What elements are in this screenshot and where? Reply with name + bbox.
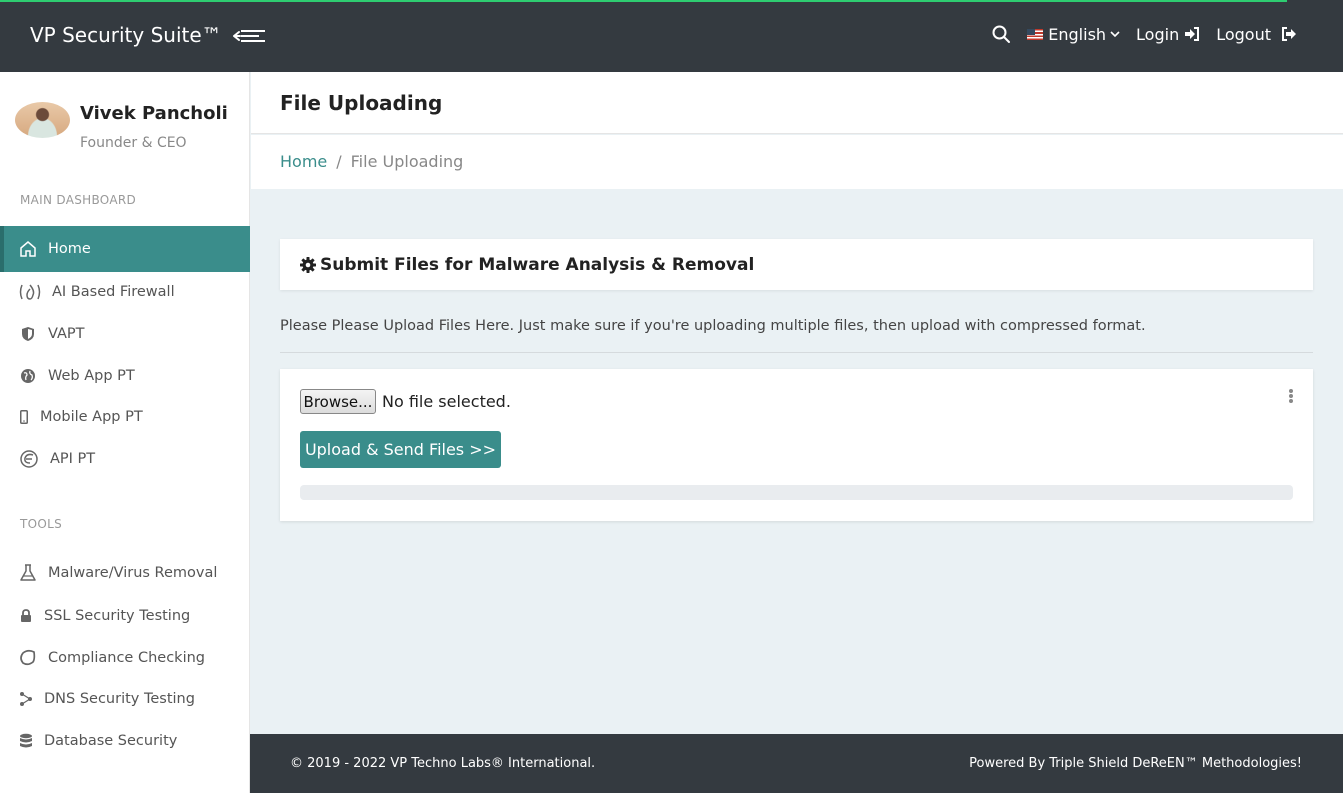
upload-send-button[interactable]: Upload & Send Files >> [300, 431, 501, 468]
browse-file-button[interactable]: Browse... [300, 389, 376, 414]
api-icon [18, 449, 40, 469]
breadcrumb-current: File Uploading [350, 152, 464, 171]
sidebar-item-label: API PT [50, 451, 96, 467]
home-icon [18, 239, 38, 259]
page-title: File Uploading [280, 91, 443, 115]
sidebar-item-label: Malware/Virus Removal [48, 565, 218, 581]
database-icon [18, 731, 34, 751]
sign-out-icon [1282, 27, 1296, 41]
section-label-main-dashboard: MAIN DASHBOARD [20, 193, 137, 207]
file-status: No file selected. [382, 392, 511, 411]
top-navbar: VP Security Suite™ English Login Logout [0, 0, 1343, 72]
avatar[interactable] [15, 102, 70, 138]
card-header: Submit Files for Malware Analysis & Remo… [280, 239, 1313, 290]
sidebar-item-database-security[interactable]: Database Security [0, 720, 250, 762]
menu-toggle-icon[interactable] [231, 24, 267, 48]
network-icon [18, 689, 34, 709]
sidebar-item-vapt[interactable]: VAPT [0, 313, 250, 355]
user-profile: Vivek Pancholi Founder & CEO [0, 72, 249, 172]
chevron-down-icon [1110, 31, 1120, 38]
brand-title[interactable]: VP Security Suite™ [30, 23, 222, 47]
logout-link[interactable]: Logout [1216, 25, 1297, 44]
sidebar-item-home[interactable]: Home [0, 226, 250, 272]
sidebar-item-api-pt[interactable]: API PT [0, 438, 250, 480]
sidebar-item-malware-removal[interactable]: Malware/Virus Removal [0, 552, 250, 594]
section-label-tools: TOOLS [20, 517, 63, 531]
breadcrumb-home-link[interactable]: Home [280, 152, 327, 171]
sidebar-item-label: Compliance Checking [48, 650, 205, 666]
sidebar-item-mobile-app-pt[interactable]: Mobile App PT [0, 396, 250, 438]
footer-powered-by: Powered By Triple Shield DeReEN™ Methodo… [969, 756, 1302, 771]
logout-label: Logout [1216, 24, 1271, 44]
page-load-progress [0, 0, 1287, 2]
sidebar: Vivek Pancholi Founder & CEO MAIN DASHBO… [0, 72, 250, 793]
lock-icon [18, 606, 34, 626]
sidebar-item-label: Web App PT [48, 368, 135, 384]
login-label: Login [1136, 24, 1180, 44]
sidebar-item-label: AI Based Firewall [52, 284, 175, 300]
sidebar-item-label: VAPT [48, 326, 85, 342]
sidebar-item-web-app-pt[interactable]: Web App PT [0, 355, 250, 397]
upload-progress-bar [300, 485, 1293, 500]
mobile-icon [18, 407, 30, 427]
page-header: File Uploading [251, 72, 1343, 134]
us-flag-icon [1027, 28, 1044, 40]
sidebar-item-ssl-testing[interactable]: SSL Security Testing [0, 595, 250, 637]
profile-name: Vivek Pancholi [80, 103, 228, 124]
gear-icon [300, 256, 316, 273]
globe-icon [18, 366, 38, 386]
upload-card: Browse... No file selected. Upload & Sen… [280, 369, 1313, 521]
sidebar-item-label: Mobile App PT [40, 409, 143, 425]
divider [280, 352, 1313, 353]
sidebar-item-compliance-checking[interactable]: Compliance Checking [0, 637, 250, 679]
sidebar-item-label: SSL Security Testing [44, 608, 191, 624]
sidebar-item-label: DNS Security Testing [44, 691, 195, 707]
sidebar-item-dns-testing[interactable]: DNS Security Testing [0, 678, 250, 720]
shield-icon [18, 324, 38, 344]
footer-copyright: © 2019 - 2022 VP Techno Labs® Internatio… [290, 756, 596, 771]
search-button[interactable] [985, 24, 1011, 44]
login-link[interactable]: Login [1136, 25, 1200, 44]
language-dropdown[interactable]: English [1027, 25, 1120, 44]
sidebar-item-label: Database Security [44, 733, 178, 749]
upload-notice: Please Please Upload Files Here. Just ma… [280, 318, 1146, 334]
card-title: Submit Files for Malware Analysis & Remo… [320, 254, 755, 275]
breadcrumb-separator: / [336, 152, 342, 171]
sidebar-item-ai-firewall[interactable]: AI Based Firewall [0, 271, 250, 313]
circle-icon [18, 648, 38, 668]
language-label: English [1048, 24, 1107, 44]
fire-icon [18, 282, 42, 302]
sidebar-item-label: Home [48, 241, 91, 257]
breadcrumb: Home / File Uploading [280, 152, 463, 171]
flask-icon [18, 563, 38, 583]
footer: © 2019 - 2022 VP Techno Labs® Internatio… [250, 734, 1343, 793]
sign-in-icon [1185, 27, 1200, 41]
more-options-icon[interactable] [1287, 389, 1295, 405]
breadcrumb-bar: Home / File Uploading [251, 135, 1343, 189]
search-icon [992, 25, 1011, 43]
profile-role: Founder & CEO [80, 135, 187, 151]
